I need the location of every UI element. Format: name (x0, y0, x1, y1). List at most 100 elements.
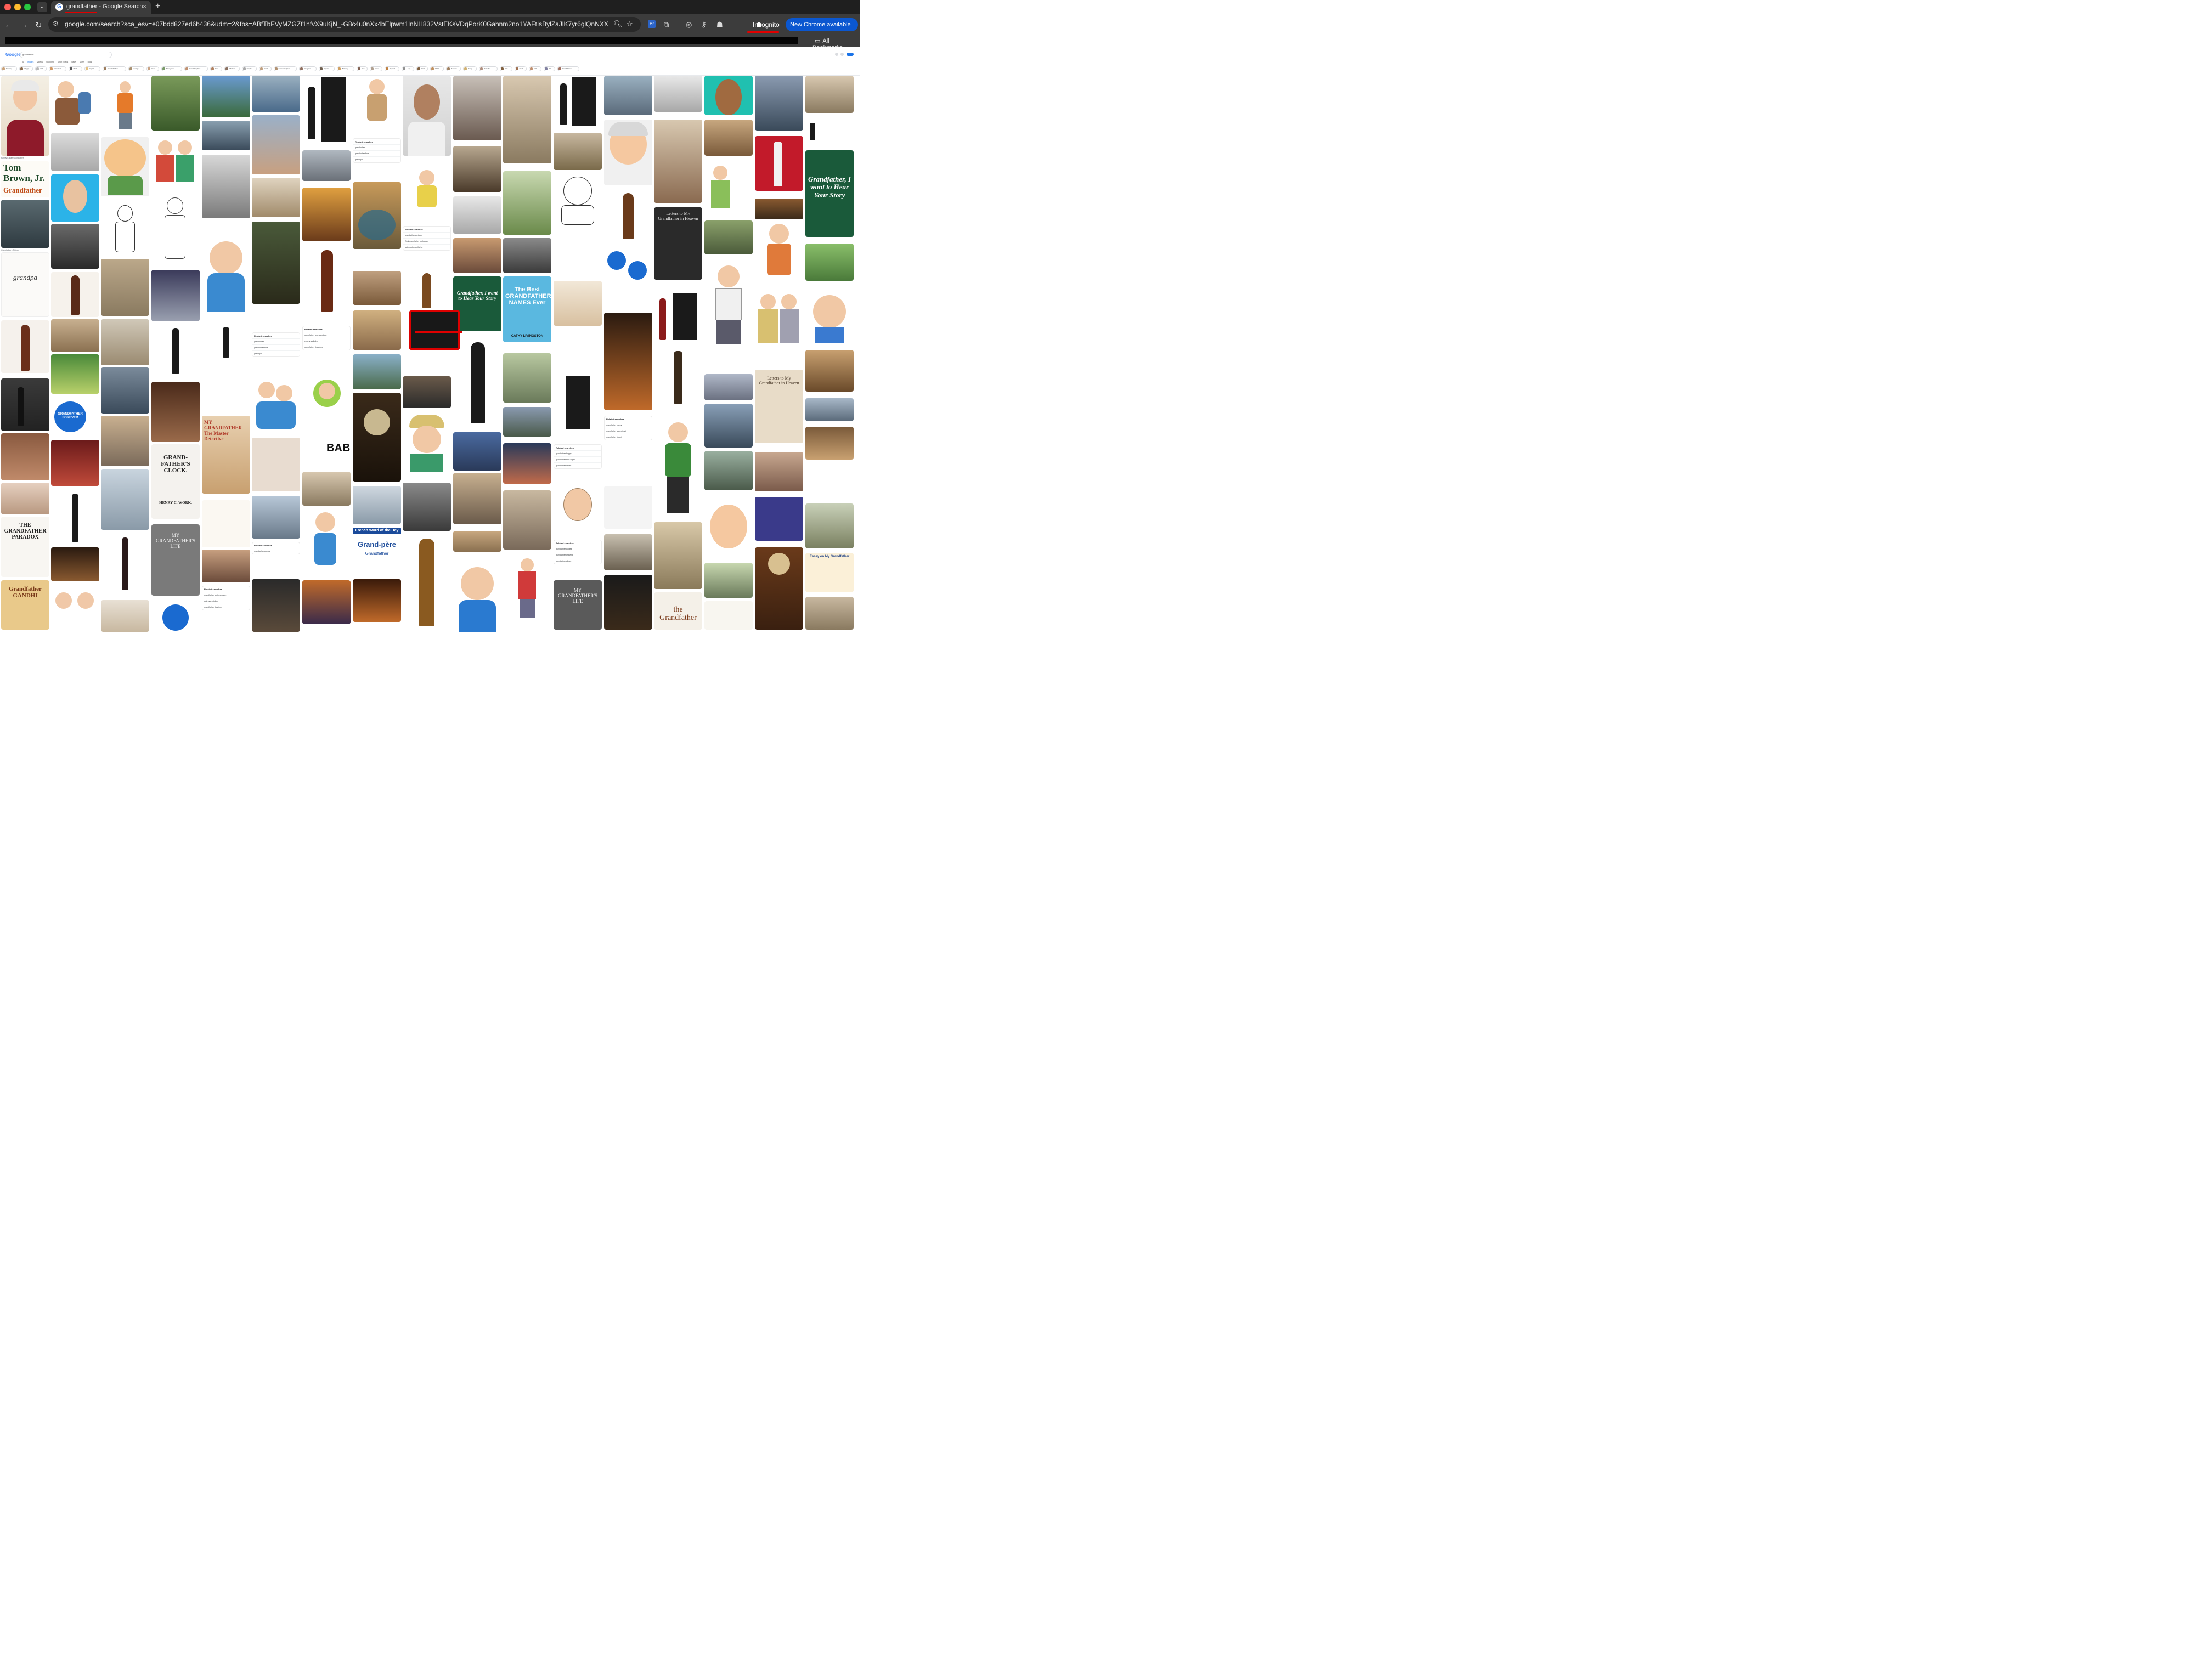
tab-search-chevron-icon[interactable]: ⌄ (37, 2, 47, 12)
related-search-item[interactable]: grandfather quotes (554, 546, 601, 552)
image-grandpa-walking-kid[interactable] (101, 600, 149, 632)
image-house-garden[interactable] (704, 563, 753, 598)
image-wine-gift[interactable] (51, 440, 99, 486)
image-wood-box[interactable] (755, 199, 803, 219)
google-logo[interactable]: Google (5, 52, 21, 57)
image-wine-penfolds-2[interactable] (805, 121, 854, 142)
related-search-item[interactable]: grandfather cartoon (403, 232, 450, 238)
image-gift-box-white[interactable] (604, 486, 652, 529)
image-grandfather-paradox-poster[interactable]: THE GRANDFATHER PARADOX (1, 517, 49, 577)
image-wine-bottle-3[interactable] (151, 326, 200, 377)
image-grandfather-clock-6[interactable] (755, 547, 803, 630)
image-grandpa-grandkids-couch[interactable] (755, 452, 803, 491)
related-search-item[interactable]: grandfather happy (605, 422, 652, 428)
image-men-on-bench[interactable] (353, 354, 401, 389)
image-grandpa-granddaughter-2[interactable] (353, 310, 401, 350)
filter-chip[interactable]: Girl (529, 66, 542, 71)
filter-chip[interactable]: Grandchildren (103, 66, 126, 71)
image-grandpa-laptop[interactable] (604, 534, 652, 570)
bookmark-star-icon[interactable]: ☆ (627, 20, 633, 29)
filter-chip[interactable]: Animated (49, 66, 66, 71)
image-historic-portrait[interactable] (202, 155, 250, 218)
image-grandpa-piggyback[interactable] (51, 354, 99, 394)
image-grandpa-grandsons[interactable] (353, 486, 401, 524)
image-wine-bottle-white[interactable] (51, 488, 99, 545)
image-three-generations-2[interactable] (453, 76, 501, 140)
image-wine-red-box[interactable] (755, 136, 803, 191)
image-grandfather-clock[interactable] (1, 320, 49, 373)
minimize-window-button[interactable] (14, 4, 21, 10)
image-cartoon-family[interactable] (252, 374, 300, 433)
related-search-item[interactable]: grandfather face (353, 150, 400, 156)
image-cartoon-bear[interactable] (805, 427, 854, 460)
image-thanks-grandpa-card[interactable] (704, 601, 753, 630)
related-search-item[interactable]: grandfather clipart (554, 462, 601, 468)
image-cartoon-grandpa-suspenders-2[interactable] (704, 260, 753, 348)
image-landscape[interactable] (503, 407, 551, 437)
image-grandpa-line-drawing[interactable] (101, 200, 149, 254)
image-cartoon-grandpa-glasses-2[interactable] (805, 290, 854, 344)
image-grandpa-baby-3[interactable] (805, 398, 854, 421)
related-search-item[interactable]: grandfather (252, 338, 300, 344)
screenshot-icon[interactable]: ◎ (686, 20, 692, 29)
image-grandpa-child-poster[interactable] (604, 313, 652, 410)
url-text[interactable]: google.com/search?sca_esv=e07bdd827ed6b4… (65, 20, 608, 28)
filter-chip[interactable]: Black (68, 66, 82, 71)
image-old-man-bw[interactable] (403, 483, 451, 531)
related-search-item[interactable]: awkward grandfather (403, 244, 450, 250)
image-wine-gift-box[interactable] (151, 382, 200, 442)
image-grandpa-kiss[interactable] (453, 238, 501, 273)
image-grandpa-fishing[interactable] (503, 443, 551, 484)
related-search-item[interactable]: grandfather drawings (202, 604, 250, 610)
image-family-photo[interactable] (1, 433, 49, 480)
image-grandpa-on-tablet[interactable] (704, 451, 753, 490)
image-willow-tree-figurine[interactable] (101, 259, 149, 316)
filter-chip[interactable]: Book (514, 66, 527, 71)
filter-chip[interactable]: Symbol (385, 66, 400, 71)
zoom-search-icon[interactable]: 🔍︎ (613, 20, 623, 29)
filter-chip[interactable]: Old (35, 66, 47, 71)
image-grandpa-hug-kids[interactable] (805, 76, 854, 113)
filter-chip[interactable]: Memory (445, 66, 461, 71)
image-the-grandfather-book[interactable]: the Grandfather (654, 592, 702, 630)
related-search-item[interactable]: grandfather happy (554, 450, 601, 456)
image-grandpa-baby-2[interactable] (453, 146, 501, 192)
image-grandpa-with-kids[interactable] (51, 319, 99, 352)
image-cartoon-grandparents-2[interactable] (151, 135, 200, 186)
image-cartoon-grandpa-waving[interactable] (453, 564, 501, 632)
image-cartoon-grandpa-face[interactable] (554, 485, 602, 534)
image-cartoon-grandpa-standing[interactable] (503, 555, 551, 620)
image-cartoon-rocking-chair[interactable] (51, 76, 99, 128)
sign-in-button[interactable] (847, 53, 854, 56)
related-search-item[interactable]: grandfather face (252, 344, 300, 350)
image-grandpa-grandson-smile[interactable] (252, 178, 300, 217)
image-grandpa-group[interactable] (252, 496, 300, 539)
image-wooden-plaque[interactable] (554, 281, 602, 326)
image-cartoon-grandpa-blue[interactable] (202, 236, 250, 318)
extensions-puzzle-icon[interactable]: ⧉ (664, 20, 669, 29)
image-grandparents-couple[interactable] (503, 353, 551, 403)
related-search-item[interactable]: grandfather drawing (554, 552, 601, 558)
image-grandpa-outdoors-2[interactable] (805, 503, 854, 548)
back-arrow-icon[interactable]: ← (4, 20, 13, 30)
image-grandpa-boy-walk[interactable] (101, 319, 149, 365)
image-cartoon-grandpa-boy[interactable] (704, 160, 753, 212)
filter-chip[interactable]: Vintage (128, 66, 144, 71)
image-cartoon-grandparents[interactable] (51, 586, 99, 630)
image-grandpa-boy-laughing[interactable] (805, 244, 854, 281)
image-grandpa-farm[interactable] (704, 220, 753, 254)
filter-chip[interactable]: Simple (241, 66, 257, 71)
address-bar[interactable]: ⚙ google.com/search?sca_esv=e07bdd827ed6… (48, 17, 641, 32)
image-cartoon-grandpa-face-2[interactable] (704, 501, 753, 558)
image-grandfather-clock-5[interactable] (604, 191, 652, 241)
image-best-grandfather-names-book[interactable]: The Best GRANDFATHER NAMES Ever CATHY LI… (503, 276, 551, 342)
image-cartoon-grandpa-sweater-vest[interactable] (755, 219, 803, 280)
image-man-straw-hat[interactable] (252, 222, 300, 304)
related-search-item[interactable]: grand pa (252, 350, 300, 356)
image-grandpa-kids-window[interactable] (604, 76, 652, 115)
image-cartoon-family-2[interactable] (805, 350, 854, 392)
image-elderly-men[interactable] (302, 472, 351, 506)
image-baba-grandpa[interactable]: BABA (302, 434, 351, 469)
image-misty-night[interactable] (1, 200, 49, 248)
image-tom-brown-book[interactable]: Tom Brown, Jr. Grandfather (1, 161, 49, 197)
